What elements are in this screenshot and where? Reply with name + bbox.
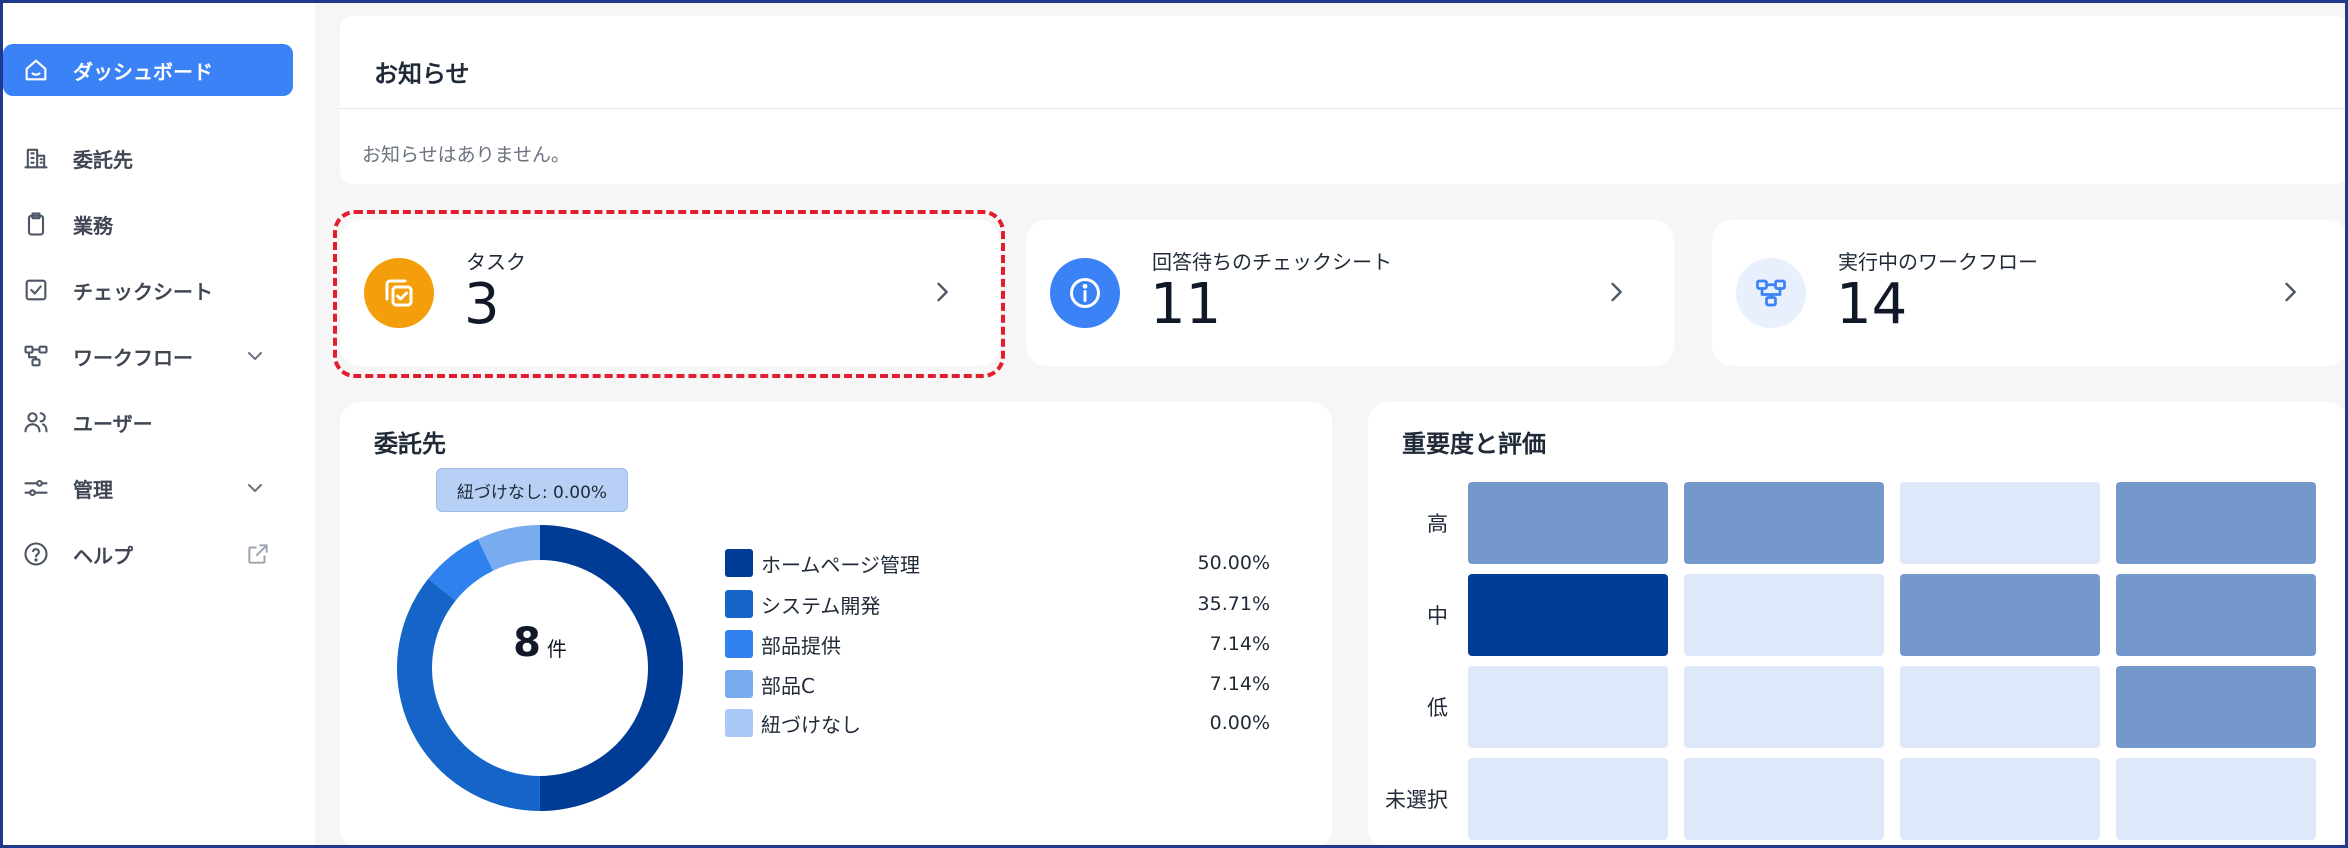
legend-label: システム開発 <box>761 593 881 618</box>
stat-label: 回答待ちのチェックシート <box>1152 250 1392 274</box>
stat-value: 14 <box>1836 272 1908 337</box>
heatmap-row-label: 未選択 <box>1385 788 1448 812</box>
legend-value: 0.00% <box>1209 712 1270 734</box>
legend-swatch <box>725 630 753 658</box>
sidebar-item-6[interactable]: 管理 <box>3 462 293 514</box>
sidebar: ダッシュボード 委託先業務チェックシート ワークフロー ユーザー管理ヘルプ <box>0 0 315 848</box>
donut-slice[interactable] <box>539 525 684 811</box>
heatmap-cell[interactable] <box>1468 758 1668 840</box>
sidebar-item-label: ワークフロー <box>73 345 193 370</box>
legend-label: 部品C <box>761 673 815 698</box>
sidebar-item-label: 管理 <box>73 477 113 502</box>
legend-value: 7.14% <box>1209 633 1270 655</box>
info-icon <box>1050 258 1120 328</box>
notice-title: お知らせ <box>374 60 470 88</box>
donut-unit: 件 <box>546 637 567 661</box>
card-title: 重要度と評価 <box>1402 430 1546 458</box>
legend-item[interactable]: システム開発 35.71% <box>725 589 1270 619</box>
checkbox-icon <box>21 275 51 305</box>
notice-card: お知らせ お知らせはありません。 <box>340 16 2348 184</box>
legend-swatch <box>725 549 753 577</box>
legend-item[interactable]: ホームページ管理 50.00% <box>725 548 1270 578</box>
sidebar-item-label: ダッシュボード <box>73 59 213 84</box>
legend-swatch <box>725 590 753 618</box>
donut-total: 8 <box>513 620 541 666</box>
stat-card-pending-checksheets[interactable]: 回答待ちのチェックシート 11 <box>1026 220 1674 366</box>
legend-value: 50.00% <box>1197 552 1270 574</box>
legend-swatch <box>725 670 753 698</box>
notice-empty-text: お知らせはありません。 <box>362 144 571 166</box>
external-link-icon <box>248 544 268 564</box>
heatmap-row-label: 中 <box>1427 604 1448 628</box>
legend-item[interactable]: 部品提供 7.14% <box>725 629 1270 659</box>
heatmap-cell[interactable] <box>2116 758 2316 840</box>
help-circle-icon <box>21 539 51 569</box>
workflow-icon <box>1736 258 1806 328</box>
sidebar-item-3[interactable]: チェックシート <box>3 264 293 316</box>
stat-label: 実行中のワークフロー <box>1838 250 2038 274</box>
heatmap-row-label: 高 <box>1427 512 1448 536</box>
stat-value: 11 <box>1150 272 1222 337</box>
heatmap-cell[interactable] <box>1468 574 1668 656</box>
building-icon <box>21 143 51 173</box>
heatmap-cell[interactable] <box>1900 758 2100 840</box>
chevron-down-icon[interactable] <box>243 476 267 500</box>
heatmap-cell[interactable] <box>1468 482 1668 564</box>
donut-chart <box>397 525 684 811</box>
legend-value: 7.14% <box>1209 673 1270 695</box>
heatmap-cell[interactable] <box>1900 482 2100 564</box>
legend-item[interactable]: 紐づけなし 0.00% <box>725 708 1270 738</box>
chart-tooltip: 紐づけなし: 0.00% <box>436 468 628 512</box>
sidebar-item-2[interactable]: 業務 <box>3 198 293 250</box>
settings-sliders-icon <box>21 473 51 503</box>
sidebar-item-label: チェックシート <box>73 279 213 304</box>
heatmap-cell[interactable] <box>2116 482 2316 564</box>
heatmap-cell[interactable] <box>1684 482 1884 564</box>
heatmap-cell[interactable] <box>1900 574 2100 656</box>
heatmap-cell[interactable] <box>1684 666 1884 748</box>
heatmap-cell[interactable] <box>2116 666 2316 748</box>
highlight-box <box>333 210 1005 378</box>
sidebar-item-label: ヘルプ <box>73 543 133 568</box>
heatmap-cell[interactable] <box>1684 758 1884 840</box>
users-icon <box>21 407 51 437</box>
heatmap-cell[interactable] <box>1684 574 1884 656</box>
sidebar-item-dashboard[interactable]: ダッシュボード <box>3 44 293 96</box>
sidebar-item-label: 業務 <box>73 213 113 238</box>
legend-value: 35.71% <box>1197 593 1270 615</box>
card-title: 委託先 <box>374 430 446 458</box>
legend-swatch <box>725 709 753 737</box>
sidebar-item-7[interactable]: ヘルプ <box>3 528 293 580</box>
importance-card: 重要度と評価 高中低未選択 <box>1368 402 2348 848</box>
donut-slice[interactable] <box>397 578 540 811</box>
home-icon <box>21 55 51 85</box>
workflow-icon <box>21 341 51 371</box>
legend-label: ホームページ管理 <box>761 552 920 577</box>
donut-center: 8件 <box>450 620 630 666</box>
chevron-right-icon <box>2285 282 2296 302</box>
sidebar-item-label: ユーザー <box>73 411 153 436</box>
contractors-card: 委託先 8件 紐づけなし: 0.00% ホームページ管理 50.00% システム開発… <box>340 402 1332 848</box>
sidebar-item-label: 委託先 <box>73 147 133 172</box>
legend-label: 部品提供 <box>761 633 841 658</box>
legend-item[interactable]: 部品C 7.14% <box>725 669 1270 699</box>
sidebar-item-5[interactable]: ユーザー <box>3 396 293 448</box>
legend-label: 紐づけなし <box>761 712 861 737</box>
heatmap-row-label: 低 <box>1427 696 1448 720</box>
chevron-right-icon <box>1611 282 1622 302</box>
heatmap-cell[interactable] <box>2116 574 2316 656</box>
sidebar-item-4[interactable]: ワークフロー <box>3 330 293 382</box>
heatmap-cell[interactable] <box>1468 666 1668 748</box>
clipboard-icon <box>21 209 51 239</box>
stat-card-running-workflows[interactable]: 実行中のワークフロー 14 <box>1712 220 2348 366</box>
sidebar-item-1[interactable]: 委託先 <box>3 132 293 184</box>
chevron-down-icon[interactable] <box>243 344 267 368</box>
divider <box>340 108 2348 109</box>
heatmap-cell[interactable] <box>1900 666 2100 748</box>
